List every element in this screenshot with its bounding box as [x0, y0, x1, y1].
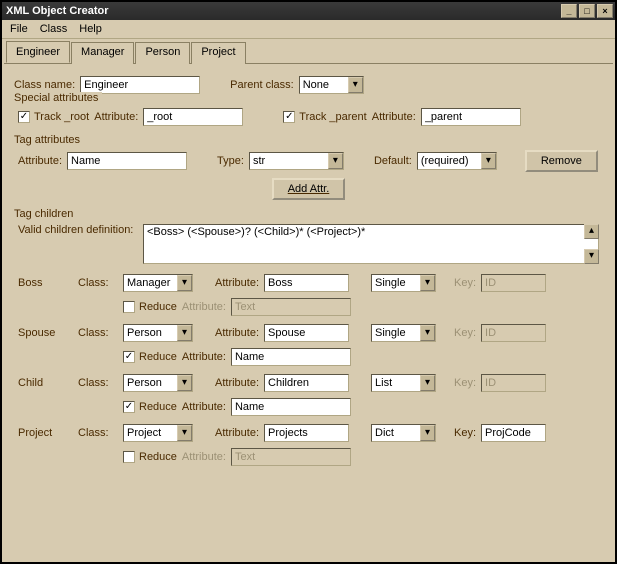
root-attribute-input[interactable]: [143, 108, 243, 126]
child-row-name: Project: [18, 427, 73, 439]
tabs: Engineer Manager Person Project: [2, 39, 615, 63]
checkbox-icon: [283, 111, 295, 123]
spouse-key-input: [481, 324, 546, 342]
project-reduce-attr-input: [231, 448, 351, 466]
remove-attr-button[interactable]: Remove: [525, 150, 598, 172]
chevron-down-icon: [481, 153, 496, 169]
child-row-name: Spouse: [18, 327, 73, 339]
child-row-name: Child: [18, 377, 73, 389]
spouse-attr-input[interactable]: [264, 324, 349, 342]
special-attributes-group: Special attributes Track _root Attribute…: [14, 100, 603, 136]
checkbox-icon: [123, 451, 135, 463]
menu-file[interactable]: File: [10, 23, 28, 35]
valid-children-textarea[interactable]: [143, 224, 599, 264]
spouse-reduce-checkbox[interactable]: Reduce: [123, 351, 177, 363]
parent-class-select[interactable]: None: [299, 76, 364, 94]
tab-engineer[interactable]: Engineer: [6, 41, 70, 63]
menu-class[interactable]: Class: [40, 23, 68, 35]
child-key-input: [481, 374, 546, 392]
tag-children-group: Tag children Valid children definition: …: [14, 216, 603, 476]
chevron-down-icon: [177, 425, 192, 441]
tag-attr-default-select[interactable]: (required): [417, 152, 497, 170]
track-root-checkbox[interactable]: Track _root: [18, 111, 89, 123]
valid-children-label: Valid children definition:: [18, 224, 138, 236]
spouse-reduce-attr-input[interactable]: [231, 348, 351, 366]
child-attr-input[interactable]: [264, 374, 349, 392]
child-reduce-checkbox[interactable]: Reduce: [123, 401, 177, 413]
chevron-down-icon: [420, 275, 435, 291]
chevron-down-icon: [177, 375, 192, 391]
child-reduce-attr-input[interactable]: [231, 398, 351, 416]
checkbox-icon: [123, 401, 135, 413]
child-collect-select[interactable]: List: [371, 374, 436, 392]
tag-attributes-group: Tag attributes Attribute: Type: str Defa…: [14, 142, 603, 210]
boss-class-select[interactable]: Manager: [123, 274, 193, 292]
maximize-button[interactable]: □: [579, 4, 595, 18]
chevron-down-icon: [420, 325, 435, 341]
tab-person[interactable]: Person: [135, 42, 190, 64]
parent-class-label: Parent class:: [230, 79, 294, 91]
spouse-collect-select[interactable]: Single: [371, 324, 436, 342]
menu-help[interactable]: Help: [79, 23, 102, 35]
menubar: File Class Help: [2, 20, 615, 39]
tab-manager[interactable]: Manager: [71, 42, 134, 64]
tag-attr-type-select[interactable]: str: [249, 152, 344, 170]
tag-attr-name-input[interactable]: [67, 152, 187, 170]
tab-project[interactable]: Project: [191, 42, 245, 64]
add-attr-button[interactable]: Add Attr.: [272, 178, 346, 200]
checkbox-icon: [123, 351, 135, 363]
chevron-down-icon: [348, 77, 363, 93]
close-button[interactable]: ×: [597, 4, 613, 18]
chevron-down-icon: [328, 153, 343, 169]
class-name-label: Class name:: [14, 79, 75, 91]
project-class-select[interactable]: Project: [123, 424, 193, 442]
window-title: XML Object Creator: [6, 5, 561, 17]
tab-panel-engineer: Class name: Parent class: None Special a…: [4, 63, 613, 560]
scroll-up-icon[interactable]: [584, 224, 599, 239]
scroll-down-icon[interactable]: [584, 249, 599, 264]
project-collect-select[interactable]: Dict: [371, 424, 436, 442]
child-class-select[interactable]: Person: [123, 374, 193, 392]
minimize-button[interactable]: _: [561, 4, 577, 18]
checkbox-icon: [18, 111, 30, 123]
child-row-name: Boss: [18, 277, 73, 289]
checkbox-icon: [123, 301, 135, 313]
boss-key-input: [481, 274, 546, 292]
boss-attr-input[interactable]: [264, 274, 349, 292]
boss-reduce-checkbox[interactable]: Reduce: [123, 301, 177, 313]
chevron-down-icon: [420, 425, 435, 441]
chevron-down-icon: [177, 275, 192, 291]
project-reduce-checkbox[interactable]: Reduce: [123, 451, 177, 463]
chevron-down-icon: [177, 325, 192, 341]
project-attr-input[interactable]: [264, 424, 349, 442]
track-parent-checkbox[interactable]: Track _parent: [283, 111, 366, 123]
parent-attribute-input[interactable]: [421, 108, 521, 126]
spouse-class-select[interactable]: Person: [123, 324, 193, 342]
app-window: XML Object Creator _ □ × File Class Help…: [0, 0, 617, 564]
boss-reduce-attr-input: [231, 298, 351, 316]
boss-collect-select[interactable]: Single: [371, 274, 436, 292]
chevron-down-icon: [420, 375, 435, 391]
titlebar: XML Object Creator _ □ ×: [2, 2, 615, 20]
project-key-input[interactable]: [481, 424, 546, 442]
